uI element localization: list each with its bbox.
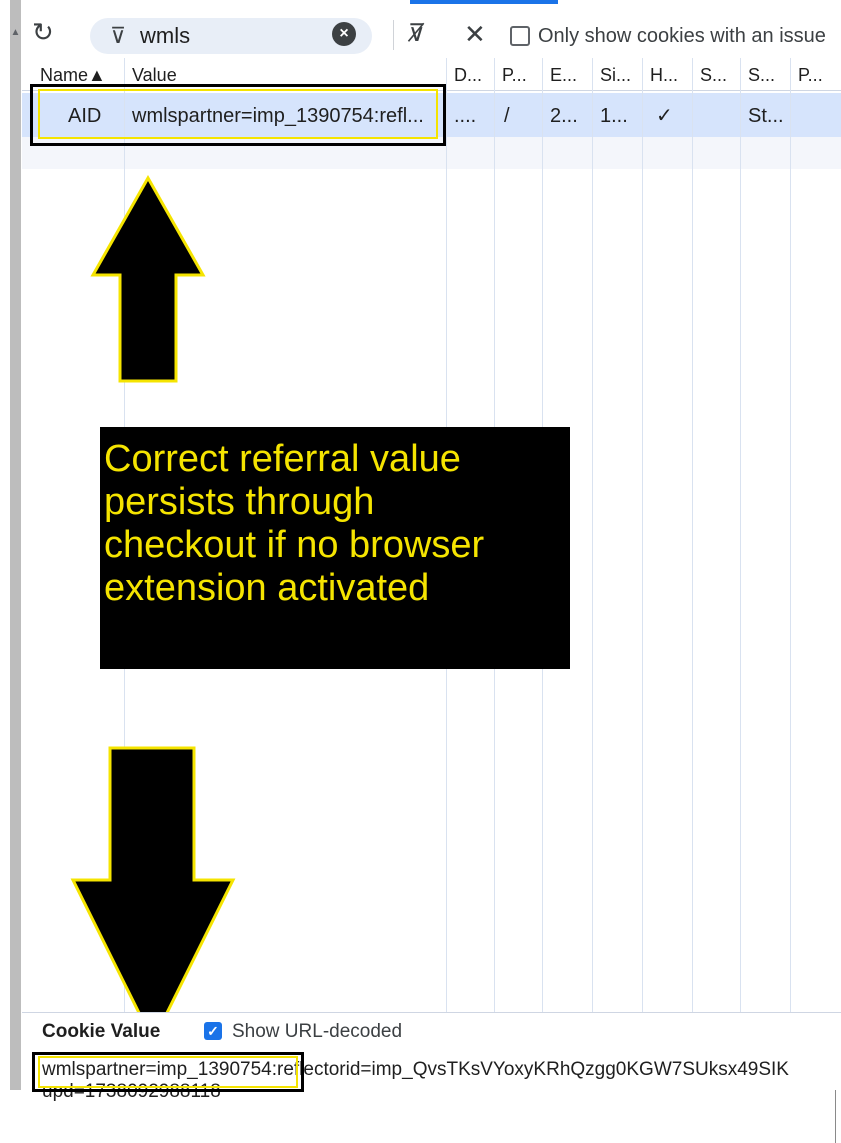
only-issues-label: Only show cookies with an issue (538, 25, 826, 47)
header-size[interactable]: Si... (600, 64, 631, 86)
cell-expires: 2... (550, 105, 578, 127)
scrollbar[interactable] (10, 0, 21, 1090)
cell-httponly: ✓ (656, 105, 673, 127)
cell-size: 1... (600, 105, 628, 127)
header-path[interactable]: P... (502, 64, 527, 86)
clear-icon[interactable]: × (332, 22, 356, 46)
show-url-decoded-checkbox[interactable]: ✓ (204, 1022, 222, 1040)
close-icon[interactable]: ✕ (464, 20, 486, 48)
annotation-callout-text: Correct referral value persists through … (104, 438, 574, 610)
filter-input[interactable] (90, 18, 372, 54)
cookie-value-label: Cookie Value (42, 1021, 161, 1042)
only-issues-checkbox[interactable] (510, 26, 530, 46)
column-divider (740, 58, 741, 1013)
pane-edge (835, 1090, 836, 1143)
scroll-up-icon[interactable]: ▲ (10, 26, 21, 40)
header-domain[interactable]: D... (454, 64, 482, 86)
header-priority[interactable]: P... (798, 64, 823, 86)
column-divider (692, 58, 693, 1013)
header-secure[interactable]: S... (700, 64, 727, 86)
header-expires[interactable]: E... (550, 64, 577, 86)
toolbar-divider (393, 20, 394, 50)
cell-samesite: St... (748, 105, 784, 127)
callout-line: persists through (104, 481, 375, 523)
highlight-box-inner (38, 89, 438, 139)
filter-value[interactable]: wmls (140, 22, 190, 50)
callout-line: Correct referral value (104, 438, 461, 480)
clear-filters-icon[interactable]: ⊽̸ (408, 20, 426, 48)
show-url-decoded-label: Show URL-decoded (232, 1021, 403, 1042)
column-divider (592, 58, 593, 1013)
cell-domain: .... (454, 105, 477, 127)
column-divider (790, 58, 791, 1013)
up-arrow-annotation (90, 175, 206, 383)
filter-icon: ⊽ (110, 23, 127, 48)
value-highlight-inner (38, 1056, 298, 1088)
down-arrow-annotation (70, 746, 236, 1045)
column-divider (642, 58, 643, 1013)
header-samesite[interactable]: S... (748, 64, 775, 86)
header-httponly[interactable]: H... (650, 64, 678, 86)
cell-path: / (504, 105, 510, 127)
header-name[interactable]: Name▲ (40, 64, 106, 86)
callout-line: extension activated (104, 567, 430, 609)
header-value[interactable]: Value (132, 64, 177, 86)
callout-line: checkout if no browser (104, 524, 485, 566)
refresh-icon[interactable]: ↻ (32, 18, 60, 46)
